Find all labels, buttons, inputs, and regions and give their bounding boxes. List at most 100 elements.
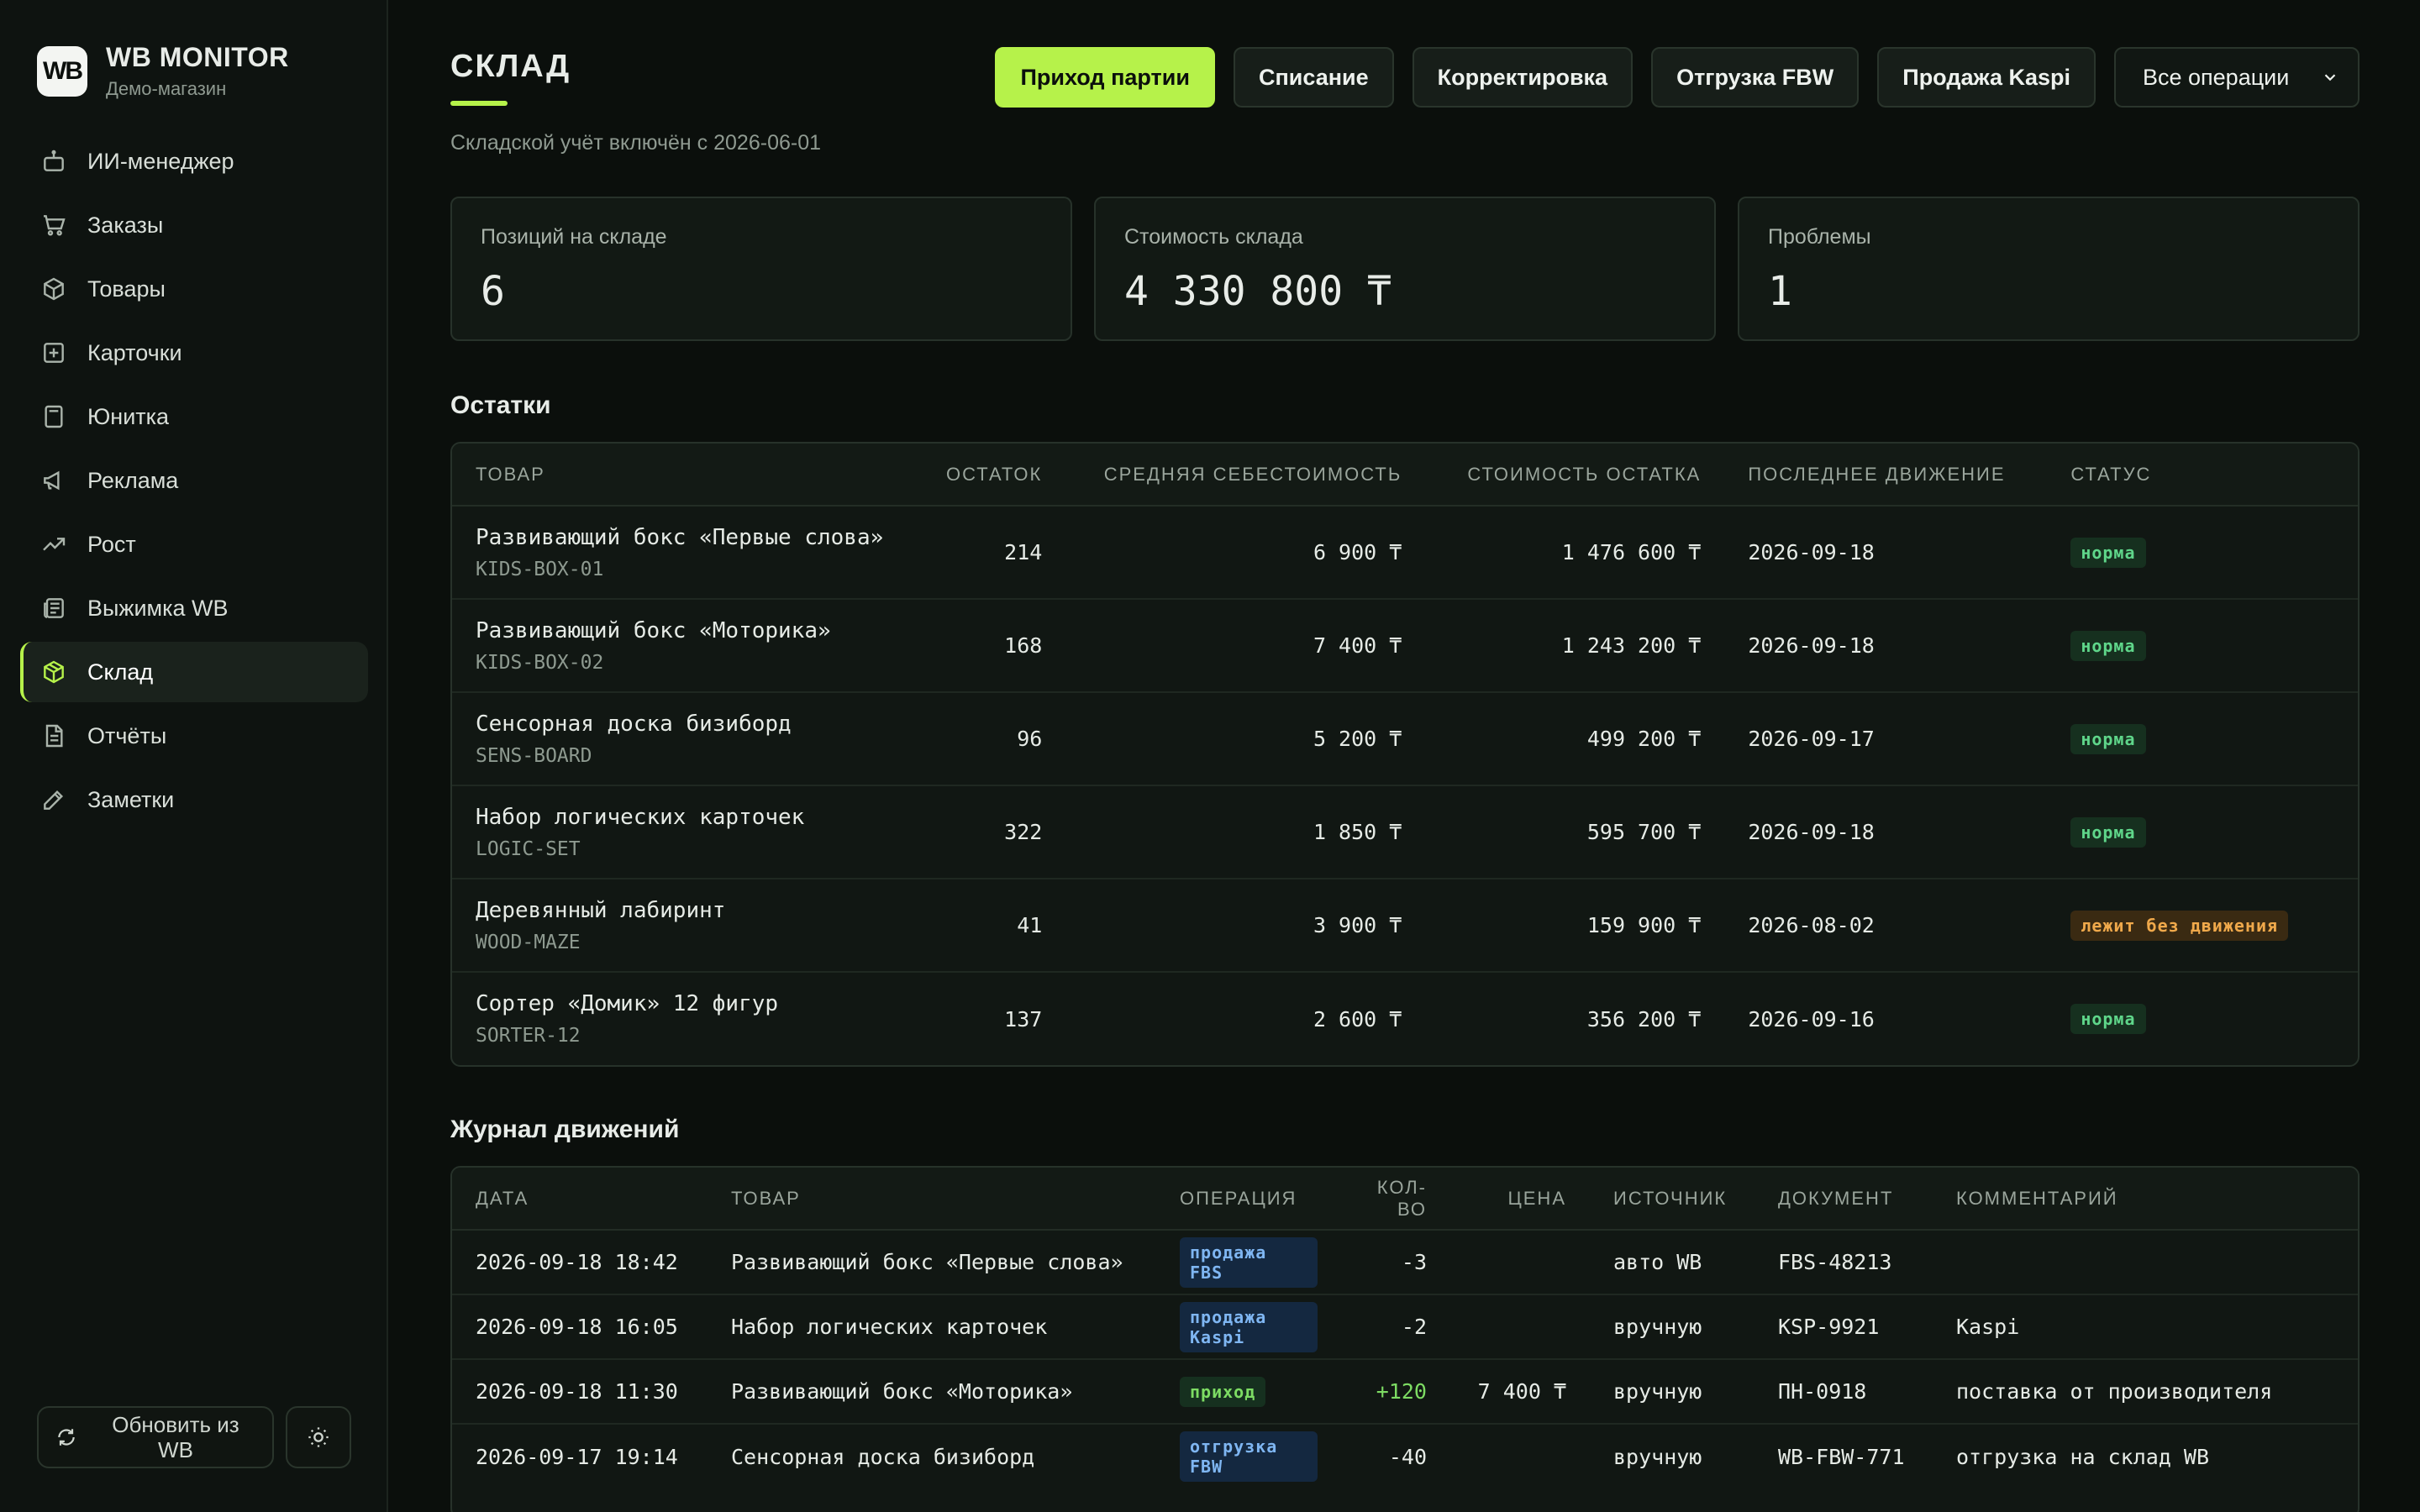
movement-source: вручную xyxy=(1590,1359,1754,1425)
sidebar-item-ads[interactable]: Реклама xyxy=(20,450,368,511)
sidebar-item-ai-manager[interactable]: ИИ-менеджер xyxy=(20,131,368,192)
product-sku: LOGIC-SET xyxy=(476,837,581,860)
movement-date: 2026-09-17 19:14 xyxy=(476,1444,678,1469)
sidebar-item-growth[interactable]: Рост xyxy=(20,514,368,575)
stat-value: 6 xyxy=(481,268,505,315)
sidebar-item-warehouse[interactable]: Склад xyxy=(20,642,368,702)
calculator-icon xyxy=(45,405,63,428)
last-movement: 2026-09-18 xyxy=(1724,599,2048,693)
column-header[interactable]: ОПЕРАЦИЯ xyxy=(1156,1168,1341,1231)
kaspi-sale-button[interactable]: Продажа Kaspi xyxy=(1877,47,2096,108)
last-movement: 2026-09-18 xyxy=(1724,785,2048,879)
sidebar-item-unit[interactable]: Юнитка xyxy=(20,386,368,447)
column-header[interactable]: ОСТАТОК xyxy=(923,444,1066,507)
product-name: Развивающий бокс «Моторика» xyxy=(476,617,831,643)
theme-toggle-button[interactable] xyxy=(286,1406,351,1468)
column-header[interactable]: СРЕДНЯЯ СЕБЕСТОИМОСТЬ xyxy=(1065,444,1426,507)
table-row[interactable]: Развивающий бокс «Первые слова» KIDS-BOX-… xyxy=(452,506,2358,600)
product-cell: Развивающий бокс «Моторика» KIDS-BOX-02 xyxy=(452,599,923,693)
stock-qty: 137 xyxy=(1004,1006,1043,1032)
table-row[interactable]: 2026-09-18 16:05 Набор логических карточе… xyxy=(452,1294,2358,1360)
product-cell: Набор логических карточек LOGIC-SET xyxy=(452,785,923,879)
stat-card-problems: Проблемы 1 xyxy=(1738,197,2360,341)
refresh-label: Обновить из WB xyxy=(112,1412,239,1462)
robot-icon xyxy=(44,150,64,171)
operations-filter-select[interactable]: Все операции xyxy=(2114,47,2360,108)
main-content: СКЛАД Складской учёт включён с 2026-06-0… xyxy=(450,0,2360,1512)
stock-qty: 96 xyxy=(923,692,1066,786)
stock-qty: 214 xyxy=(923,506,1066,600)
sidebar-item-wb-digest[interactable]: Выжимка WB xyxy=(20,578,368,638)
table-row[interactable]: 2026-09-17 19:14 Сенсорная доска бизиборд… xyxy=(452,1424,2358,1488)
avg-cost: 5 200 ₸ xyxy=(1065,692,1426,786)
column-header[interactable]: ПОСЛЕДНЕЕ ДВИЖЕНИЕ xyxy=(1724,444,2048,507)
movement-source: авто WB xyxy=(1590,1230,1754,1295)
column-header[interactable]: ТОВАР xyxy=(708,1168,1156,1231)
plus-square-icon xyxy=(44,343,64,363)
stock-value: 1 476 600 ₸ xyxy=(1425,506,1725,600)
table-row[interactable]: Сенсорная доска бизиборд SENS-BOARD 96 5 20… xyxy=(452,692,2358,786)
adjustment-button[interactable]: Корректировка xyxy=(1412,47,1634,108)
sidebar-item-reports[interactable]: Отчёты xyxy=(20,706,368,766)
status-cell: норма xyxy=(2047,599,2358,693)
avg-cost: 3 900 ₸ xyxy=(1065,879,1426,973)
table-row[interactable]: 2026-09-18 18:42 Развивающий бокс «Первые… xyxy=(452,1230,2358,1295)
status-cell: лежит без движения xyxy=(2047,879,2358,973)
operation-badge: отгрузка FBW xyxy=(1180,1431,1318,1482)
operation-badge: приход xyxy=(1180,1376,1266,1407)
table-row[interactable]: Сортер «Домик» 12 фигур SORTER-12 137 2 600… xyxy=(452,972,2358,1065)
column-header[interactable]: ЦЕНА xyxy=(1450,1168,1590,1231)
sidebar-item-orders[interactable]: Заказы xyxy=(20,195,368,255)
movement-source: вручную xyxy=(1590,1294,1754,1360)
trending-up-icon xyxy=(43,538,66,551)
stock-value: 356 200 ₸ xyxy=(1586,1006,1702,1032)
movement-qty: -3 xyxy=(1341,1230,1450,1295)
brand-logo: WB xyxy=(37,45,87,97)
megaphone-icon xyxy=(44,470,60,491)
column-header[interactable]: ДАТА xyxy=(452,1168,708,1231)
brand-title: WB MONITOR xyxy=(106,42,289,72)
sidebar: WB WB MONITOR Демо-магазин ИИ-менеджер З… xyxy=(0,0,388,1512)
write-off-button[interactable]: Списание xyxy=(1233,47,1394,108)
avg-cost: 7 400 ₸ xyxy=(1065,599,1426,693)
batch-receipt-button[interactable]: Приход партии xyxy=(995,47,1215,108)
movement-document: FBS-48213 xyxy=(1754,1230,1933,1295)
stock-value: 595 700 ₸ xyxy=(1425,785,1725,879)
column-header[interactable]: КОЛ-ВО xyxy=(1341,1168,1450,1231)
stock-table: ТОВАР ОСТАТОК СРЕДНЯЯ СЕБЕСТОИМОСТЬ СТОИ… xyxy=(450,442,2360,1067)
movement-comment xyxy=(1933,1230,2358,1295)
brand[interactable]: WB WB MONITOR Демо-магазин xyxy=(37,42,289,100)
product-sku: WOOD-MAZE xyxy=(476,931,581,953)
movement-price: 7 400 ₸ xyxy=(1450,1359,1590,1425)
table-row[interactable]: Набор логических карточек LOGIC-SET 322 1 8… xyxy=(452,785,2358,879)
stock-qty: 168 xyxy=(923,599,1066,693)
table-row[interactable]: Развивающий бокс «Моторика» KIDS-BOX-02 16… xyxy=(452,599,2358,693)
fbw-shipment-button[interactable]: Отгрузка FBW xyxy=(1651,47,1860,108)
movement-date: 2026-09-18 11:30 xyxy=(452,1359,708,1425)
refresh-from-wb-button[interactable]: Обновить из WB xyxy=(37,1406,274,1468)
movement-document: KSP-9921 xyxy=(1754,1294,1933,1360)
column-header[interactable]: СТОИМОСТЬ ОСТАТКА xyxy=(1425,444,1725,507)
movement-price xyxy=(1450,1424,1590,1488)
movement-document: WB-FBW-771 xyxy=(1778,1444,1905,1469)
log-section-title: Журнал движений xyxy=(450,1116,680,1143)
sidebar-item-notes[interactable]: Заметки xyxy=(20,769,368,830)
column-header[interactable]: ИСТОЧНИК xyxy=(1590,1168,1754,1231)
column-header[interactable]: ДОКУМЕНТ xyxy=(1754,1168,1933,1231)
operations-filter-value: Все операции xyxy=(2143,64,2290,90)
sidebar-item-cards[interactable]: Карточки xyxy=(20,323,368,383)
operation-badge: продажа FBS xyxy=(1180,1236,1318,1288)
product-name: Сенсорная доска бизиборд xyxy=(476,711,792,737)
column-header[interactable]: СТАТУС xyxy=(2047,444,2358,507)
column-header[interactable]: КОММЕНТАРИЙ xyxy=(1933,1168,2358,1231)
column-header[interactable]: ТОВАР xyxy=(452,444,923,507)
movement-comment: Kaspi xyxy=(1933,1294,2358,1360)
store-name: Демо-магазин xyxy=(106,78,227,99)
sidebar-item-products[interactable]: Товары xyxy=(20,259,368,319)
table-row[interactable]: 2026-09-18 11:30 Развивающий бокс «Мотори… xyxy=(452,1359,2358,1425)
last-movement: 2026-08-02 xyxy=(1724,879,2048,973)
stock-qty: 41 xyxy=(923,879,1066,973)
sidebar-item-label: Рост xyxy=(87,531,136,557)
table-row[interactable]: Деревянный лабиринт WOOD-MAZE 41 3 900 ₸ 159… xyxy=(452,879,2358,973)
sidebar-item-label: Карточки xyxy=(87,339,182,365)
